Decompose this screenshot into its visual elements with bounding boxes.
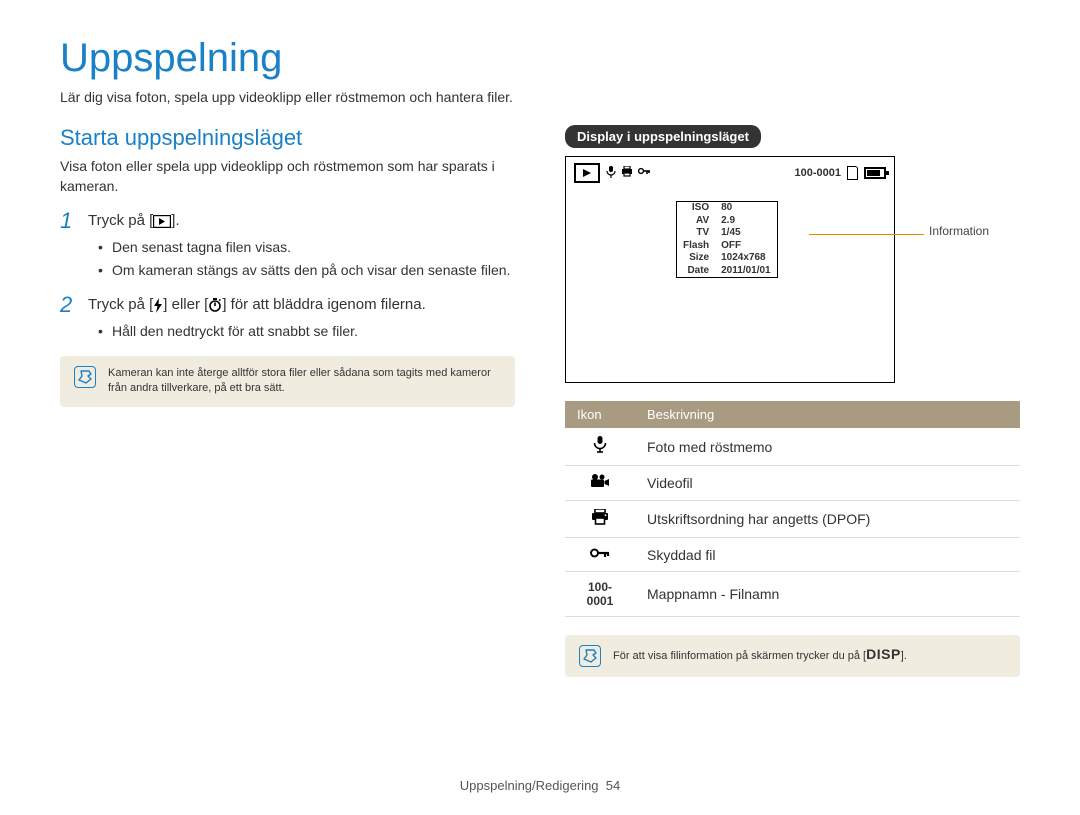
display-mode-pill: Display i uppspelningsläget	[565, 125, 761, 148]
microphone-icon	[565, 428, 635, 466]
table-desc: Skyddad fil	[635, 538, 1020, 572]
right-column: Display i uppspelningsläget 100-0001	[565, 125, 1020, 677]
footer-section: Uppspelning/Redigering	[460, 778, 599, 793]
step-number: 2	[60, 294, 78, 316]
bullet: Om kameran stängs av sätts den på och vi…	[98, 261, 515, 281]
callout-label: Information	[929, 224, 989, 238]
table-row: Utskriftsordning har angetts (DPOF)	[565, 501, 1020, 538]
section-heading: Starta uppspelningsläget	[60, 125, 515, 151]
step-1: 1 Tryck på [].	[60, 210, 515, 232]
flash-icon	[153, 298, 163, 312]
step-2-bullets: Håll den nedtryckt för att snabbt se fil…	[98, 322, 515, 342]
note-text: För att visa filinformation på skärmen t…	[613, 645, 907, 665]
table-row: Foto med röstmemo	[565, 428, 1020, 466]
bullet: Håll den nedtryckt för att snabbt se fil…	[98, 322, 515, 342]
table-header-desc: Beskrivning	[635, 401, 1020, 428]
exif-info-overlay: ISO80 AV2.9 TV1/45 FlashOFF Size1024x768…	[676, 201, 778, 278]
table-desc: Utskriftsordning har angetts (DPOF)	[635, 501, 1020, 538]
info-icon	[579, 645, 601, 667]
left-column: Starta uppspelningsläget Visa foton elle…	[60, 125, 515, 677]
key-icon	[565, 538, 635, 572]
step-number: 1	[60, 210, 78, 232]
bullet: Den senast tagna filen visas.	[98, 238, 515, 258]
display-top-bar: 100-0001	[574, 163, 886, 183]
intro-text: Lär dig visa foton, spela upp videoklipp…	[60, 89, 1020, 105]
file-index-icon: 100-0001	[565, 572, 635, 617]
display-preview: 100-0001 ISO80 AV2.9 TV1/45 FlashOFF Siz…	[565, 156, 895, 383]
key-icon	[638, 166, 650, 181]
printer-icon	[621, 166, 633, 181]
table-header-icon: Ikon	[565, 401, 635, 428]
table-row: Videofil	[565, 466, 1020, 501]
note-box: Kameran kan inte återge alltför stora fi…	[60, 356, 515, 407]
disp-key-label: DISP	[866, 646, 901, 662]
play-mode-icon	[574, 163, 600, 183]
printer-icon	[565, 501, 635, 538]
icon-description-table: Ikon Beskrivning Foto med röstmemo Video…	[565, 401, 1020, 617]
note-text: Kameran kan inte återge alltför stora fi…	[108, 366, 501, 397]
table-row: 100-0001 Mappnamn - Filnamn	[565, 572, 1020, 617]
table-desc: Foto med röstmemo	[635, 428, 1020, 466]
info-icon	[74, 366, 96, 388]
battery-icon	[864, 167, 886, 179]
step-1-bullets: Den senast tagna filen visas. Om kameran…	[98, 238, 515, 280]
step-text: Tryck på [] eller [] för att bläddra ige…	[88, 294, 426, 315]
page-title: Uppspelning	[60, 36, 1020, 81]
section-paragraph: Visa foton eller spela upp videoklipp oc…	[60, 157, 515, 196]
page-number: 54	[606, 778, 620, 793]
play-button-icon	[153, 214, 171, 228]
self-timer-icon	[208, 298, 222, 312]
callout-line	[809, 234, 924, 235]
table-desc: Mappnamn - Filnamn	[635, 572, 1020, 617]
table-row: Skyddad fil	[565, 538, 1020, 572]
footer: Uppspelning/Redigering 54	[0, 778, 1080, 793]
step-text: Tryck på [].	[88, 210, 180, 231]
display-preview-wrap: 100-0001 ISO80 AV2.9 TV1/45 FlashOFF Siz…	[565, 156, 1020, 383]
step-2: 2 Tryck på [] eller [] för att bläddra i…	[60, 294, 515, 316]
note-box: För att visa filinformation på skärmen t…	[565, 635, 1020, 677]
memory-card-icon	[847, 166, 858, 180]
microphone-icon	[606, 166, 616, 181]
table-desc: Videofil	[635, 466, 1020, 501]
file-index-label: 100-0001	[795, 167, 842, 179]
movie-camera-icon	[565, 466, 635, 501]
